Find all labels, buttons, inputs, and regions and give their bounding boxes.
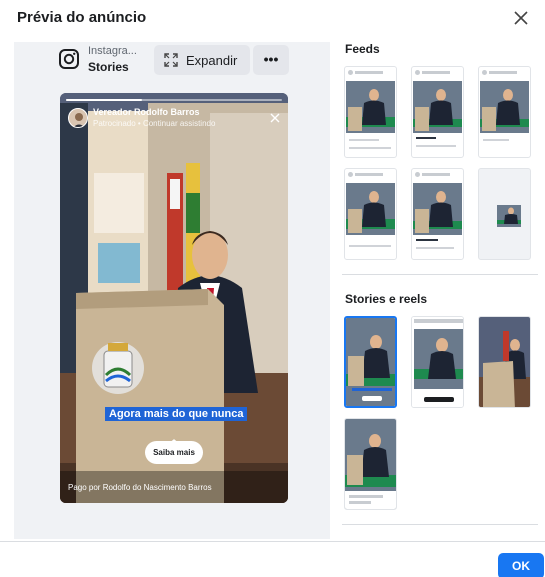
instagram-icon <box>58 48 80 70</box>
avatar <box>68 108 88 128</box>
dialog-header: Prévia do anúncio <box>0 0 545 40</box>
section-divider <box>342 274 538 275</box>
story-caption: Agora mais do que nunca <box>105 407 248 421</box>
feed-thumbnail-image <box>413 183 462 235</box>
close-icon[interactable] <box>509 6 533 30</box>
ok-button[interactable]: OK <box>498 553 544 577</box>
story-thumbnail-selected[interactable] <box>344 316 397 408</box>
chevron-up-icon <box>168 432 180 445</box>
more-options-button[interactable]: ••• <box>253 45 289 75</box>
feed-thumbnail[interactable] <box>478 66 531 158</box>
expand-icon <box>164 53 178 67</box>
placements-pane: Feeds Stories e reels <box>336 36 545 541</box>
story-thumbnail-image <box>412 317 463 407</box>
section-divider <box>342 524 538 525</box>
story-account-name: Vereador Rodolfo Barros <box>93 107 200 117</box>
cta-button[interactable]: Saiba mais <box>145 441 203 464</box>
story-thumbnail-image <box>346 318 395 406</box>
feed-thumbnail[interactable] <box>411 66 464 158</box>
feed-thumbnail-image <box>480 81 529 133</box>
feeds-section-title: Feeds <box>345 42 380 56</box>
story-thumbnail-image <box>479 317 530 407</box>
feed-thumbnail[interactable] <box>478 168 531 260</box>
story-progress-bar <box>66 99 282 101</box>
placement-name: Stories <box>88 60 129 74</box>
feed-thumbnail[interactable] <box>344 168 397 260</box>
feed-thumbnail-image <box>346 81 395 133</box>
story-thumbnail[interactable] <box>411 316 464 408</box>
expand-button[interactable]: Expandir <box>154 45 250 75</box>
close-icon[interactable] <box>269 111 281 123</box>
ad-preview-dialog: Prévia do anúncio Instagra... Stories Ex… <box>0 0 545 577</box>
story-progress-fill <box>66 99 142 101</box>
feed-thumbnail-image <box>413 81 462 133</box>
story-thumbnail[interactable] <box>478 316 531 408</box>
feed-thumbnail-image <box>346 183 395 235</box>
story-sponsored-line: Patrocinado • Continuar assistindo <box>93 119 216 128</box>
dialog-footer: OK <box>0 541 545 577</box>
expand-button-label: Expandir <box>186 52 238 68</box>
story-thumbnail-image <box>345 419 396 509</box>
stories-section-title: Stories e reels <box>345 292 428 306</box>
feed-thumbnail-image <box>497 205 521 227</box>
paid-by-label: Pago por Rodolfo do Nascimento Barros <box>68 483 212 492</box>
feed-thumbnail[interactable] <box>411 168 464 260</box>
feed-thumbnail[interactable] <box>344 66 397 158</box>
dialog-title: Prévia do anúncio <box>17 9 147 26</box>
story-thumbnail[interactable] <box>344 418 397 510</box>
platform-name: Instagra... <box>88 45 137 57</box>
story-preview[interactable]: Vereador Rodolfo Barros Patrocinado • Co… <box>60 93 288 503</box>
